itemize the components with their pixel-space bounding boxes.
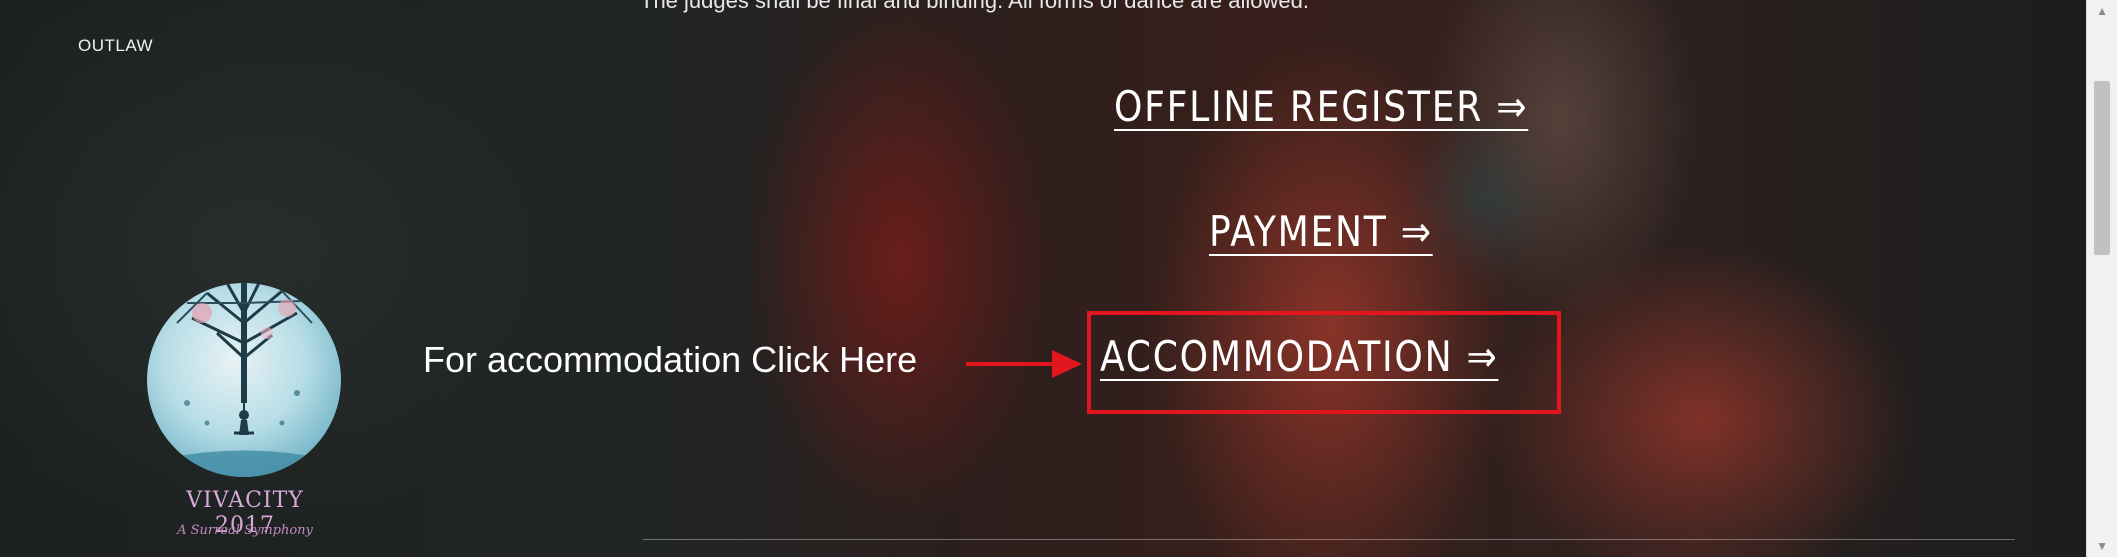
page: The judges shall be final and binding. A… [0,0,2117,557]
side-nav-label[interactable]: OUTLAW [78,36,153,56]
red-arrow-head-icon [1052,350,1082,378]
annotation-text: For accommodation Click Here [423,339,918,380]
scroll-up-arrow-icon[interactable]: ▲ [2096,4,2108,18]
tree-swing-icon [167,283,321,477]
offline-register-link[interactable]: OFFLINE REGISTER ⇒ [1114,82,1528,131]
scroll-down-arrow-icon[interactable]: ▼ [2096,539,2108,553]
red-arrow-icon [966,362,1056,366]
vertical-scrollbar[interactable]: ▲ ▼ [2086,0,2117,557]
payment-link[interactable]: PAYMENT ⇒ [1209,207,1433,256]
accommodation-highlight-box [1087,311,1561,414]
rules-text: The judges shall be final and binding. A… [640,0,1309,13]
scrollbar-thumb[interactable] [2094,81,2110,255]
vivacity-logo[interactable] [147,283,341,477]
divider [643,539,2015,540]
logo-subtitle: A Surreal Symphony [177,523,313,538]
background-overlay [0,0,2117,557]
